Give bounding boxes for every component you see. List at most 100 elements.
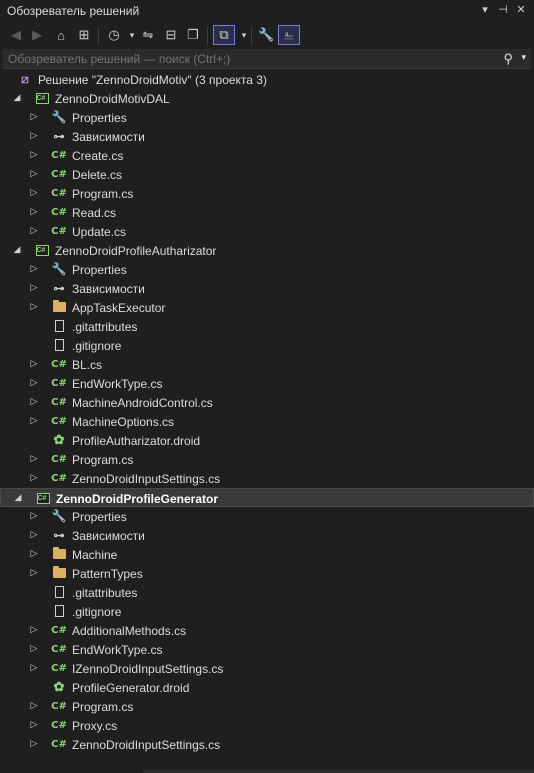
forward-icon[interactable]: ▶ bbox=[29, 25, 45, 45]
tree-item[interactable]: ▷ C# Update.cs bbox=[0, 222, 534, 241]
tree-item[interactable]: ▷ C# Proxy.cs bbox=[0, 716, 534, 735]
tree-item-label: .gitignore bbox=[72, 339, 122, 353]
tree-item[interactable]: ▷ C# ZennoDroidInputSettings.cs bbox=[0, 469, 534, 488]
collapsed-arrow-icon[interactable]: ▷ bbox=[29, 472, 39, 483]
pin-button[interactable]: ⊣ bbox=[496, 3, 510, 16]
tree-item[interactable]: ▷ C# Create.cs bbox=[0, 146, 534, 165]
pending-changes-filter-icon[interactable]: ◷ bbox=[106, 25, 122, 45]
home-icon[interactable]: ⌂ bbox=[53, 25, 69, 45]
collapsed-arrow-icon[interactable]: ▷ bbox=[29, 111, 39, 122]
tree-item-label: Update.cs bbox=[72, 225, 127, 239]
tree-item[interactable]: ▷ 🔧 Properties bbox=[0, 507, 534, 526]
tree-item[interactable]: .gitignore bbox=[0, 336, 534, 355]
back-icon[interactable]: ◀ bbox=[8, 25, 24, 45]
expanded-arrow-icon[interactable]: ◢ bbox=[12, 244, 22, 255]
tree-item[interactable]: ▷ C# MachineOptions.cs bbox=[0, 412, 534, 431]
collapsed-arrow-icon[interactable]: ▷ bbox=[29, 301, 39, 312]
tree-item-label: MachineAndroidControl.cs bbox=[72, 396, 213, 410]
collapsed-arrow-icon[interactable]: ▷ bbox=[29, 168, 39, 179]
tree-item[interactable]: ✿ ProfileAutharizator.droid bbox=[0, 431, 534, 450]
close-button[interactable]: ✕ bbox=[514, 3, 528, 16]
window-menu-button[interactable]: ▾ bbox=[478, 3, 492, 16]
collapse-all-icon[interactable]: ⊟ bbox=[163, 25, 179, 45]
tree-item[interactable]: ▷ AppTaskExecutor bbox=[0, 298, 534, 317]
search-box[interactable]: ⚲ ▾ bbox=[3, 49, 531, 69]
collapsed-arrow-icon[interactable]: ▷ bbox=[29, 567, 39, 578]
sync-with-document-icon[interactable]: ⇋ bbox=[140, 25, 156, 45]
collapsed-arrow-icon[interactable]: ▷ bbox=[29, 529, 39, 540]
tree-item[interactable]: ▷ C# Program.cs bbox=[0, 697, 534, 716]
collapsed-arrow-icon[interactable]: ▷ bbox=[29, 187, 39, 198]
collapsed-arrow-icon[interactable]: ▷ bbox=[29, 358, 39, 369]
tree-item[interactable]: ▷ C# BL.cs bbox=[0, 355, 534, 374]
tree-item[interactable]: ▷ C# Program.cs bbox=[0, 450, 534, 469]
tree-item-label: ZennoDroidInputSettings.cs bbox=[72, 738, 221, 752]
tree-item[interactable]: .gitignore bbox=[0, 602, 534, 621]
tree-item[interactable]: ▷ C# EndWorkType.cs bbox=[0, 374, 534, 393]
tree-item[interactable]: ▷ C# ZennoDroidInputSettings.cs bbox=[0, 735, 534, 754]
tree-item[interactable]: ▷ C# EndWorkType.cs bbox=[0, 640, 534, 659]
preview-selected-items-icon[interactable]: ⧉ bbox=[213, 25, 235, 45]
csharp-project-icon-glyph: C# bbox=[35, 244, 49, 256]
properties-wrench-icon[interactable]: 🔧 bbox=[258, 25, 274, 45]
tree-item-label: Решение "ZennoDroidMotiv" (3 проекта 3) bbox=[38, 73, 267, 87]
tree-item-label: Program.cs bbox=[72, 187, 134, 201]
tree-item[interactable]: ▷ Machine bbox=[0, 545, 534, 564]
collapsed-arrow-icon[interactable]: ▷ bbox=[29, 510, 39, 521]
tree-item[interactable]: ▷ C# AdditionalMethods.cs bbox=[0, 621, 534, 640]
collapsed-arrow-icon[interactable]: ▷ bbox=[29, 396, 39, 407]
collapsed-arrow-icon[interactable]: ▷ bbox=[29, 624, 39, 635]
expanded-arrow-icon[interactable]: ◢ bbox=[12, 92, 22, 103]
collapsed-arrow-icon[interactable]: ▷ bbox=[29, 149, 39, 160]
collapsed-arrow-icon[interactable]: ▷ bbox=[29, 377, 39, 388]
collapsed-arrow-icon[interactable]: ▷ bbox=[29, 643, 39, 654]
tree-item[interactable]: ✿ ProfileGenerator.droid bbox=[0, 678, 534, 697]
tree-item[interactable]: ▷ ⊶ Зависимости bbox=[0, 279, 534, 298]
chevron-down-icon[interactable]: ▾ bbox=[521, 52, 526, 63]
solution-icon: ⧄ bbox=[17, 72, 33, 86]
tree-item[interactable]: ▷ 🔧 Properties bbox=[0, 260, 534, 279]
tree-item-project[interactable]: ◢ C# ZennoDroidProfileAutharizator bbox=[0, 241, 534, 260]
collapsed-arrow-icon[interactable]: ▷ bbox=[29, 719, 39, 730]
search-input[interactable] bbox=[3, 49, 490, 69]
tree-item[interactable]: ▷ ⊶ Зависимости bbox=[0, 526, 534, 545]
chevron-down-icon[interactable]: ▾ bbox=[236, 25, 252, 45]
tree-item[interactable]: ▷ C# Program.cs bbox=[0, 184, 534, 203]
show-all-files-icon[interactable]: ❐ bbox=[185, 25, 201, 45]
tree-item[interactable]: ▷ C# IZennoDroidInputSettings.cs bbox=[0, 659, 534, 678]
tree-item[interactable]: .gitattributes bbox=[0, 317, 534, 336]
tree-item-label: .gitattributes bbox=[72, 320, 138, 334]
tree-item[interactable]: .gitattributes bbox=[0, 583, 534, 602]
tree-item[interactable]: ▷ PatternTypes bbox=[0, 564, 534, 583]
folder-icon bbox=[51, 566, 67, 580]
collapsed-arrow-icon[interactable]: ▷ bbox=[29, 206, 39, 217]
preview-pane-icon[interactable]: ⎁ bbox=[278, 25, 300, 45]
tree-item[interactable]: ▷ C# Read.cs bbox=[0, 203, 534, 222]
tree-item[interactable]: ▷ 🔧 Properties bbox=[0, 108, 534, 127]
tree-item-label: ZennoDroidInputSettings.cs bbox=[72, 472, 221, 486]
collapsed-arrow-icon[interactable]: ▷ bbox=[29, 662, 39, 673]
toolbar-separator bbox=[251, 28, 252, 44]
collapsed-arrow-icon[interactable]: ▷ bbox=[29, 738, 39, 749]
collapsed-arrow-icon[interactable]: ▷ bbox=[29, 130, 39, 141]
expanded-arrow-icon[interactable]: ◢ bbox=[13, 492, 23, 503]
tree-item[interactable]: ▷ ⊶ Зависимости bbox=[0, 127, 534, 146]
collapsed-arrow-icon[interactable]: ▷ bbox=[29, 415, 39, 426]
chevron-down-icon[interactable]: ▾ bbox=[124, 25, 140, 45]
file-icon bbox=[51, 604, 67, 618]
tree-item[interactable]: ▷ C# Delete.cs bbox=[0, 165, 534, 184]
collapsed-arrow-icon[interactable]: ▷ bbox=[29, 263, 39, 274]
collapsed-arrow-icon[interactable]: ▷ bbox=[29, 453, 39, 464]
tree-item-label: IZennoDroidInputSettings.cs bbox=[72, 662, 224, 676]
search-icon[interactable]: ⚲ bbox=[503, 51, 513, 67]
switch-views-icon[interactable]: ⊞ bbox=[76, 25, 92, 45]
collapsed-arrow-icon[interactable]: ▷ bbox=[29, 548, 39, 559]
collapsed-arrow-icon[interactable]: ▷ bbox=[29, 282, 39, 293]
tree-item-solution[interactable]: ⧄ Решение "ZennoDroidMotiv" (3 проекта 3) bbox=[0, 70, 534, 89]
tree-item-project[interactable]: ◢ C# ZennoDroidMotivDAL bbox=[0, 89, 534, 108]
tree-item[interactable]: ▷ C# MachineAndroidControl.cs bbox=[0, 393, 534, 412]
collapsed-arrow-icon[interactable]: ▷ bbox=[29, 700, 39, 711]
tree-item-project[interactable]: ◢ C# ZennoDroidProfileGenerator bbox=[0, 488, 534, 507]
csharp-file-icon-glyph: C# bbox=[51, 168, 67, 180]
collapsed-arrow-icon[interactable]: ▷ bbox=[29, 225, 39, 236]
